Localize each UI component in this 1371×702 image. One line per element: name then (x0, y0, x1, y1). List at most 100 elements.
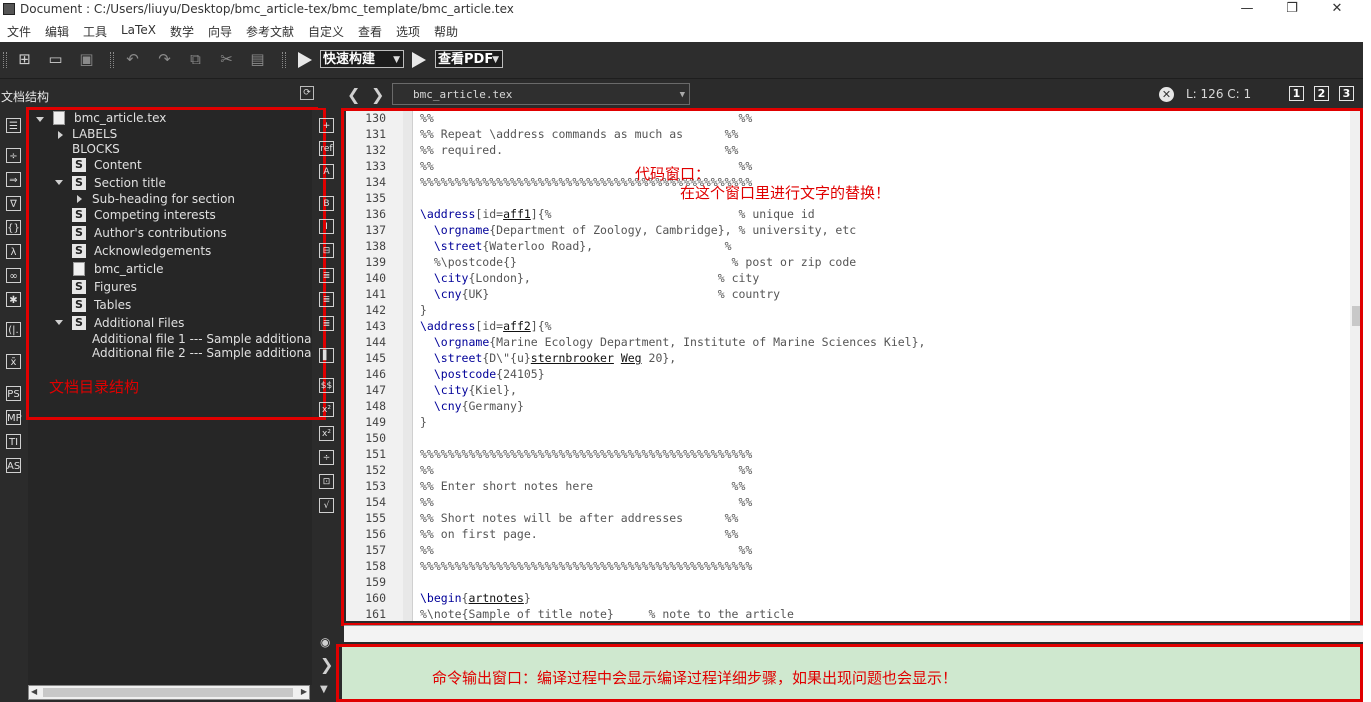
menu-math[interactable]: 数学 (170, 23, 194, 40)
new-file-icon[interactable]: ⊞ (16, 51, 33, 68)
accent-icon[interactable]: x̄ (6, 354, 21, 369)
tree-competing[interactable]: Competing interests (94, 207, 216, 223)
expand-output-icon[interactable]: ❯ (320, 655, 333, 674)
view-play-icon[interactable] (412, 52, 426, 68)
tree-additional[interactable]: Additional Files (94, 315, 184, 331)
tree-root[interactable]: bmc_article.tex (74, 110, 166, 126)
copy-icon[interactable]: ⧉ (187, 51, 204, 68)
view-mode-2-button[interactable]: 2 (1314, 86, 1329, 101)
tikz-icon[interactable]: TI (6, 434, 21, 449)
window-title: Document : C:/Users/liuyu/Desktop/bmc_ar… (20, 2, 514, 16)
expand-arrow-icon[interactable] (55, 320, 63, 325)
structure-icon[interactable]: ☰ (6, 118, 21, 133)
close-button[interactable]: ✕ (1314, 0, 1360, 20)
sqrt-icon[interactable]: √ (319, 498, 334, 513)
open-folder-icon[interactable]: ▭ (47, 51, 64, 68)
section-icon: S (72, 298, 86, 312)
asterisk-icon[interactable]: ✱ (6, 292, 21, 307)
font-icon[interactable]: A (319, 164, 334, 179)
braces-icon[interactable]: {} (6, 220, 21, 235)
relation-icon[interactable]: ÷ (6, 148, 21, 163)
build-play-icon[interactable] (298, 52, 312, 68)
tree-labels[interactable]: LABELS (72, 126, 117, 142)
scroll-thumb[interactable] (1352, 306, 1360, 326)
menu-help[interactable]: 帮助 (434, 23, 458, 40)
tree-blocks[interactable]: BLOCKS (72, 141, 120, 157)
align-left-icon[interactable]: ≣ (319, 268, 334, 283)
menu-tools[interactable]: 工具 (83, 23, 107, 40)
math-mode-icon[interactable]: $$ (319, 378, 334, 393)
fraction-icon[interactable]: ⊡ (319, 474, 334, 489)
minimize-button[interactable]: — (1224, 0, 1270, 20)
file-tab[interactable]: bmc_article.tex ▼ (392, 83, 690, 105)
app-icon (3, 3, 15, 15)
redo-icon[interactable]: ↷ (156, 51, 173, 68)
ref-icon[interactable]: ref (319, 141, 334, 156)
build-combo[interactable]: 快速构建 ▼ (320, 50, 404, 68)
tree-h-scrollbar[interactable]: ◀ ▶ (28, 685, 310, 700)
menu-latex[interactable]: LaTeX (121, 23, 156, 37)
list-icon[interactable]: ⊟ (319, 243, 334, 258)
line-number: 147 (365, 383, 386, 397)
superscript-icon[interactable]: x² (319, 426, 334, 441)
insert-icon[interactable]: + (319, 118, 334, 133)
menu-bibliography[interactable]: 参考文献 (246, 23, 294, 40)
scroll-right-icon[interactable]: ▶ (301, 687, 307, 696)
tree-sub-heading[interactable]: Sub-heading for section (92, 191, 235, 207)
align-center-icon[interactable]: ≣ (319, 292, 334, 307)
refresh-icon[interactable]: ⟳ (300, 86, 314, 100)
tree-section-title[interactable]: Section title (94, 175, 166, 191)
nabla-icon[interactable]: ∇ (6, 196, 21, 211)
menu-view[interactable]: 查看 (358, 23, 382, 40)
line-number: 141 (365, 287, 386, 301)
tree-bmc[interactable]: bmc_article (94, 261, 164, 277)
tree-add2[interactable]: Additional file 2 --- Sample additional … (92, 345, 312, 361)
pstricks-icon[interactable]: PS (6, 386, 21, 401)
italic-icon[interactable]: I (319, 219, 334, 234)
expand-arrow-icon[interactable] (36, 117, 44, 122)
nav-forward-icon[interactable]: ❯ (371, 85, 384, 104)
scroll-left-icon[interactable]: ◀ (31, 687, 37, 696)
menu-file[interactable]: 文件 (7, 23, 31, 40)
tree-authors[interactable]: Author's contributions (94, 225, 227, 241)
paste-icon[interactable]: ▤ (249, 51, 266, 68)
tree-figures[interactable]: Figures (94, 279, 137, 295)
tree-ack[interactable]: Acknowledgements (94, 243, 211, 259)
nav-back-icon[interactable]: ❮ (347, 85, 360, 104)
code-line: %% on first page. %% (420, 527, 739, 541)
editor-v-scrollbar[interactable] (1350, 111, 1362, 621)
lambda-icon[interactable]: λ (6, 244, 21, 259)
output-panel[interactable]: 命令输出窗口：编译过程中会显示编译过程详细步骤，如果出现问题也会显示！ (342, 646, 1360, 700)
restore-button[interactable]: ❐ (1269, 0, 1315, 20)
arrow-icon[interactable]: ⇒ (6, 172, 21, 187)
menu-edit[interactable]: 编辑 (45, 23, 69, 40)
undo-icon[interactable]: ↶ (124, 51, 141, 68)
menu-custom[interactable]: 自定义 (308, 23, 344, 40)
tree-tables[interactable]: Tables (94, 297, 131, 313)
subscript-icon[interactable]: x² (319, 402, 334, 417)
align-right-icon[interactable]: ≣ (319, 316, 334, 331)
eye-icon[interactable]: ◉ (320, 635, 330, 649)
view-pdf-combo[interactable]: 查看PDF ▼ (435, 50, 503, 68)
tree-content[interactable]: Content (94, 157, 142, 173)
scroll-thumb[interactable] (43, 688, 293, 697)
bold-icon[interactable]: B (319, 196, 334, 211)
menu-options[interactable]: 选项 (396, 23, 420, 40)
view-mode-3-button[interactable]: 3 (1339, 86, 1354, 101)
asymptote-icon[interactable]: AS (6, 458, 21, 473)
expand-arrow-icon[interactable] (55, 180, 63, 185)
delimiter-icon[interactable]: (|. (6, 322, 21, 337)
cursor-icon[interactable]: ▌ (319, 348, 334, 363)
save-icon[interactable]: ▣ (78, 51, 95, 68)
close-doc-icon[interactable]: ✕ (1159, 87, 1174, 102)
metapost-icon[interactable]: MP (6, 410, 22, 425)
cut-icon[interactable]: ✂ (218, 51, 235, 68)
collapse-arrow-icon[interactable] (58, 131, 63, 139)
collapse-arrow-icon[interactable] (77, 195, 82, 203)
chevron-double-down-icon[interactable]: ▼ (320, 684, 328, 695)
infinity-icon[interactable]: ∞ (6, 268, 21, 283)
view-mode-1-button[interactable]: 1 (1289, 86, 1304, 101)
menu-wizard[interactable]: 向导 (208, 23, 232, 40)
divide-icon[interactable]: ÷ (319, 450, 334, 465)
